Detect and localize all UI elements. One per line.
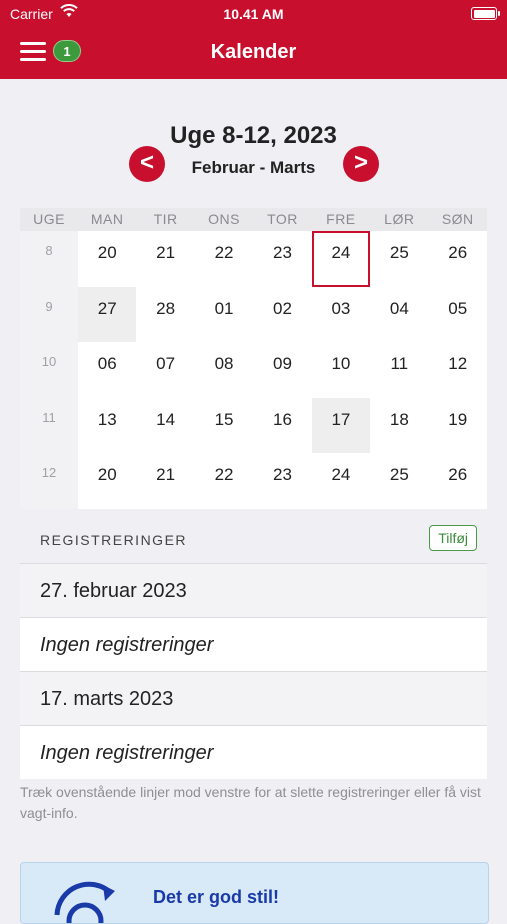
calendar-weekday-header: TIR [153,211,178,227]
calendar-day[interactable]: 23 [253,231,311,287]
calendar-day[interactable]: 20 [78,453,136,509]
calendar-day[interactable]: 28 [136,287,194,343]
next-week-button[interactable]: > [343,146,379,182]
calendar-weekday-header: TOR [267,211,298,227]
calendar-day[interactable]: 25 [370,453,428,509]
page-title: Kalender [210,41,297,63]
week-title: Uge 8-12, 2023 [170,122,337,149]
calendar-day[interactable]: 20 [78,231,136,287]
calendar-day[interactable]: 01 [195,287,253,343]
calendar-day[interactable]: 18 [370,398,428,454]
week-header: Uge 8-12, 2023 Februar - Marts [0,122,507,178]
calendar-day[interactable]: 07 [136,342,194,398]
registration-date-row[interactable]: 17. marts 2023 [20,671,487,725]
calendar-day[interactable]: 24 [312,453,370,509]
week-number: 8 [20,231,78,287]
calendar-day[interactable]: 16 [253,398,311,454]
status-bar: Carrier 10.41 AM [0,0,507,28]
calendar-week-row: 9 27 28 01 02 03 04 05 [20,286,487,343]
info-card[interactable]: Det er god stil! [20,862,489,924]
calendar-week-row: 8 20 21 22 23 24 25 26 [20,231,487,287]
navigation-bar: 1 Kalender [0,28,507,79]
calendar-weekday-header: UGE [33,211,65,227]
week-number: 9 [20,286,78,342]
week-number: 11 [20,397,78,453]
calendar-day[interactable]: 06 [78,342,136,398]
calendar-weekday-header: LØR [384,211,415,227]
previous-week-button[interactable]: < [129,146,165,182]
calendar-day[interactable]: 23 [253,453,311,509]
calendar-day[interactable]: 25 [370,231,428,287]
calendar-day[interactable]: 11 [370,342,428,398]
calendar-weekday-header: MAN [90,211,124,227]
calendar-weekday-header: ONS [208,211,240,227]
calendar-day[interactable]: 24 [312,231,370,287]
calendar-weekday-header: FRE [326,211,356,227]
calendar-day[interactable]: 10 [312,342,370,398]
calendar-day[interactable]: 08 [195,342,253,398]
calendar-week-row: 12 20 21 22 23 24 25 26 [20,453,487,509]
registration-entry-row[interactable]: Ingen registreringer [20,617,487,671]
calendar-day[interactable]: 13 [78,398,136,454]
swipe-hint: Træk ovenstående linjer mod venstre for … [20,784,481,821]
calendar-day[interactable]: 19 [429,398,487,454]
calendar-day[interactable]: 27 [78,286,137,342]
top-bar: Carrier 10.41 AM 1 Kalender [0,0,507,79]
calendar-day[interactable]: 22 [195,231,253,287]
calendar-day[interactable]: 22 [195,453,253,509]
registrations-label: REGISTRERINGER [40,532,188,548]
calendar-day[interactable]: 17 [311,397,371,453]
calendar-day[interactable]: 26 [429,453,487,509]
calendar-header: UGE MAN TIR ONS TOR FRE LØR SØN [20,208,487,231]
calendar-day[interactable]: 09 [253,342,311,398]
calendar-day[interactable]: 05 [429,287,487,343]
calendar-day[interactable]: 26 [429,231,487,287]
calendar-day[interactable]: 15 [195,398,253,454]
week-number: 10 [20,342,78,398]
registration-date-row[interactable]: 27. februar 2023 [20,563,487,617]
calendar-day[interactable]: 14 [136,398,194,454]
month-range: Februar - Marts [191,158,316,177]
add-registration-button[interactable]: Tilføj [429,525,477,551]
clock: 10.41 AM [223,6,284,22]
calendar-day[interactable]: 02 [253,287,311,343]
calendar-week-row: 10 06 07 08 09 10 11 12 [20,342,487,398]
calendar-weekday-header: SØN [441,211,474,227]
calendar-grid: UGE MAN TIR ONS TOR FRE LØR SØN 8 20 21 22 23 24 25 26… [20,208,487,509]
calendar-day[interactable]: 03 [312,287,370,343]
calendar-day[interactable]: 21 [136,453,194,509]
battery-icon [471,7,500,20]
calendar-week-row: 11 13 14 15 16 17 18 19 [20,397,487,454]
calendar-day[interactable]: 21 [136,231,194,287]
registrations-list: 27. februar 2023 Ingen registreringer 17… [20,563,487,779]
registration-entry-row[interactable]: Ingen registreringer [20,725,487,779]
registrations-header: REGISTRERINGER Tilføj [20,521,487,563]
info-card-text: Det er god stil! [153,887,280,907]
week-number: 12 [20,453,78,509]
calendar-day[interactable]: 04 [370,287,428,343]
calendar-day[interactable]: 12 [429,342,487,398]
